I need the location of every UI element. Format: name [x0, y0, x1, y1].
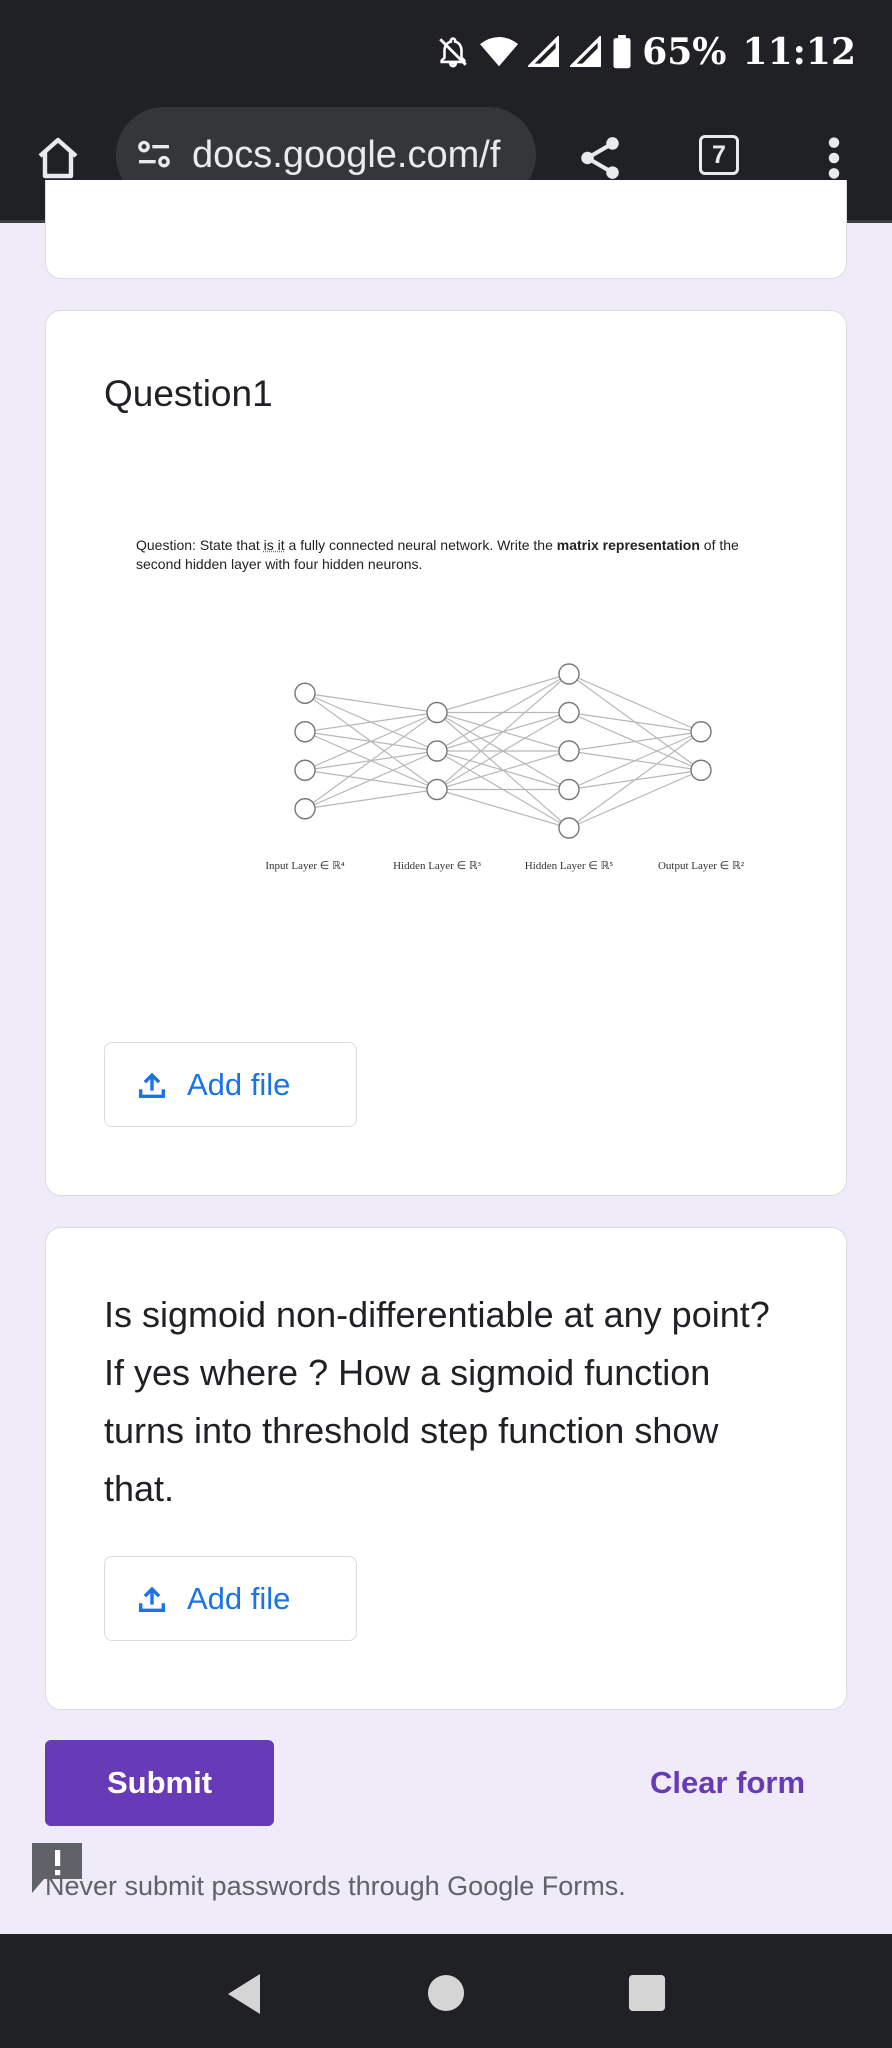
network-neuron — [426, 778, 448, 801]
battery-percentage: 65% — [642, 31, 727, 73]
layer-label: Hidden Layer ∈ ℝ⁵ — [525, 860, 614, 872]
network-edge — [568, 711, 702, 733]
question-text-part: a fully connected neural network. Write … — [284, 537, 557, 553]
tab-switcher-button[interactable]: 7 — [690, 126, 748, 184]
password-warning: Never submit passwords through Google Fo… — [45, 1871, 626, 1901]
url-text[interactable]: docs.google.com/f — [192, 134, 500, 177]
network-neuron — [690, 721, 712, 743]
question2-card: Is sigmoid non-differentiable at any poi… — [45, 1227, 847, 1710]
recents-icon[interactable] — [628, 1974, 666, 2012]
network-neuron — [426, 740, 448, 762]
clock: 11:12 — [742, 31, 856, 73]
add-file-label: Add file — [187, 1066, 291, 1102]
signal-icon — [528, 36, 560, 67]
layer-label: Input Layer ∈ ℝ⁴ — [265, 860, 344, 872]
question-image-text: Question: State that is it a fully conne… — [136, 536, 776, 574]
upload-icon — [135, 1068, 169, 1102]
network-neuron — [294, 721, 316, 743]
question-title: Is sigmoid non-differentiable at any poi… — [104, 1294, 770, 1509]
tab-switcher-icon: 7 — [699, 135, 739, 175]
more-vert-icon — [828, 137, 840, 179]
network-neuron — [558, 663, 580, 685]
question-text-part: Question: State that — [136, 537, 264, 553]
signal-icon — [570, 36, 602, 67]
network-edge — [304, 692, 438, 714]
question-title: Question1 — [104, 373, 273, 414]
neural-network-diagram: Input Layer ∈ ℝ⁴ Hidden Layer ∈ ℝ³ Hidden … — [265, 663, 745, 872]
clear-form-button[interactable]: Clear form — [650, 1740, 805, 1826]
upload-icon — [135, 1582, 169, 1616]
network-edge — [568, 731, 702, 829]
home-button[interactable] — [28, 128, 88, 188]
network-neuron — [294, 682, 316, 704]
network-neuron — [294, 759, 316, 781]
network-neuron — [294, 798, 316, 820]
network-neuron — [426, 701, 448, 724]
network-edge — [304, 712, 438, 810]
network-edge — [304, 788, 438, 810]
add-file-button[interactable]: Add file — [104, 1556, 357, 1641]
network-neuron — [690, 759, 712, 781]
status-icons: 65% 11:12 — [436, 30, 856, 74]
home-icon — [38, 137, 78, 179]
battery-icon — [613, 35, 631, 69]
network-edge — [568, 731, 702, 752]
question-text-bold: matrix representation — [556, 537, 700, 553]
network-edge — [436, 673, 570, 714]
layer-label: Output Layer ∈ ℝ² — [658, 860, 745, 872]
tab-count: 7 — [712, 140, 726, 169]
network-edge — [436, 788, 570, 829]
network-neuron — [558, 778, 580, 801]
question-text-underlined: is it — [263, 537, 285, 553]
back-icon[interactable] — [224, 1972, 264, 2016]
previous-card — [45, 180, 847, 279]
network-neuron — [558, 817, 580, 839]
system-nav-bar — [0, 1934, 892, 2048]
network-edge — [436, 673, 570, 790]
network-neuron — [558, 701, 580, 724]
site-settings-icon[interactable] — [134, 135, 174, 175]
wifi-icon — [480, 36, 519, 67]
add-file-button[interactable]: Add file — [104, 1042, 357, 1127]
question1-card: Question1 Question: State that is it a f… — [45, 310, 847, 1196]
network-neuron — [558, 740, 580, 762]
network-edge — [304, 711, 438, 771]
network-edge — [304, 711, 438, 733]
network-edge — [568, 731, 702, 791]
layer-label: Hidden Layer ∈ ℝ³ — [393, 860, 482, 872]
home-nav-icon[interactable] — [427, 1974, 465, 2012]
status-bar: 65% 11:12 — [0, 0, 892, 104]
network-edge — [304, 750, 438, 810]
submit-button[interactable]: Submit — [45, 1740, 274, 1826]
share-icon — [581, 137, 619, 179]
add-file-label: Add file — [187, 1580, 291, 1616]
notifications-off-icon — [439, 37, 467, 68]
network-edge — [568, 769, 702, 829]
network-edge — [568, 673, 702, 733]
